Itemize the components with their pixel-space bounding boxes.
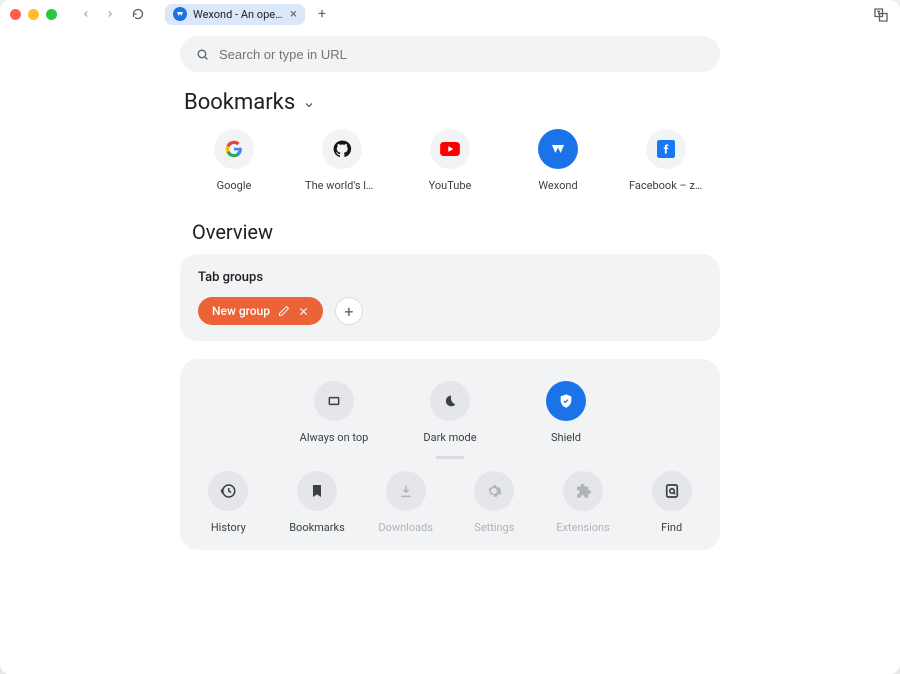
close-group-icon[interactable] bbox=[298, 306, 309, 317]
tool-label: Find bbox=[661, 521, 682, 534]
tool-label: Extensions bbox=[556, 521, 610, 534]
maximize-window-button[interactable] bbox=[46, 9, 57, 20]
dark-mode-toggle[interactable]: Dark mode bbox=[412, 381, 488, 444]
back-button[interactable] bbox=[77, 5, 95, 23]
qa-label: Always on top bbox=[300, 431, 369, 444]
bookmarks-dropdown-icon[interactable] bbox=[303, 99, 315, 111]
new-tab-button[interactable]: + bbox=[313, 5, 331, 23]
browser-window: Wexond - An open-… × + Bookmarks bbox=[0, 0, 900, 674]
tabgroup-pill[interactable]: New group bbox=[198, 297, 323, 325]
moon-icon bbox=[430, 381, 470, 421]
wexond-icon bbox=[538, 129, 578, 169]
minimize-window-button[interactable] bbox=[28, 9, 39, 20]
bookmark-wexond[interactable]: Wexond bbox=[523, 129, 593, 192]
qa-label: Shield bbox=[551, 431, 581, 444]
always-on-top-toggle[interactable]: Always on top bbox=[296, 381, 372, 444]
github-icon bbox=[322, 129, 362, 169]
search-icon bbox=[196, 48, 209, 61]
bookmark-label: Google bbox=[217, 179, 252, 192]
divider bbox=[436, 456, 464, 459]
new-tab-content: Bookmarks Google The world's lead… bbox=[0, 28, 900, 674]
bookmark-label: Wexond bbox=[538, 179, 577, 192]
tabgroups-heading: Tab groups bbox=[198, 270, 702, 285]
close-tab-icon[interactable]: × bbox=[290, 7, 297, 22]
downloads-button[interactable]: Downloads bbox=[375, 471, 436, 534]
tool-label: Settings bbox=[474, 521, 514, 534]
history-button[interactable]: History bbox=[198, 471, 259, 534]
tool-label: History bbox=[211, 521, 246, 534]
find-button[interactable]: Find bbox=[641, 471, 702, 534]
tool-label: Bookmarks bbox=[289, 521, 345, 534]
omnibox[interactable] bbox=[180, 36, 720, 72]
titlebar: Wexond - An open-… × + bbox=[0, 0, 900, 28]
window-icon bbox=[314, 381, 354, 421]
add-tabgroup-button[interactable]: + bbox=[335, 297, 363, 325]
close-window-button[interactable] bbox=[10, 9, 21, 20]
google-icon bbox=[214, 129, 254, 169]
shield-toggle[interactable]: Shield bbox=[528, 381, 604, 444]
history-icon bbox=[208, 471, 248, 511]
window-controls bbox=[10, 9, 57, 20]
search-input[interactable] bbox=[219, 47, 704, 62]
translate-extension-icon[interactable] bbox=[872, 6, 890, 24]
bookmark-icon bbox=[297, 471, 337, 511]
bookmark-github[interactable]: The world's lead… bbox=[307, 129, 377, 192]
tabstrip: Wexond - An open-… × + bbox=[165, 4, 331, 25]
gear-icon bbox=[474, 471, 514, 511]
edit-icon[interactable] bbox=[278, 305, 290, 317]
wexond-favicon-icon bbox=[173, 7, 187, 21]
youtube-icon bbox=[430, 129, 470, 169]
bookmark-label: The world's lead… bbox=[305, 179, 379, 192]
reload-button[interactable] bbox=[129, 5, 147, 23]
settings-button[interactable]: Settings bbox=[464, 471, 525, 534]
tabgroup-pill-label: New group bbox=[212, 304, 270, 318]
facebook-icon bbox=[646, 129, 686, 169]
bookmark-youtube[interactable]: YouTube bbox=[415, 129, 485, 192]
puzzle-icon bbox=[563, 471, 603, 511]
download-icon bbox=[386, 471, 426, 511]
quick-actions-card: Always on top Dark mode Shield bbox=[180, 359, 720, 550]
bookmarks-title: Bookmarks bbox=[184, 90, 295, 115]
tabgroups-card: Tab groups New group + bbox=[180, 254, 720, 341]
bookmark-facebook[interactable]: Facebook – zal… bbox=[631, 129, 701, 192]
shield-icon bbox=[546, 381, 586, 421]
tool-label: Downloads bbox=[378, 521, 433, 534]
bookmark-google[interactable]: Google bbox=[199, 129, 269, 192]
bookmark-label: YouTube bbox=[429, 179, 472, 192]
bookmarks-heading: Bookmarks bbox=[184, 90, 720, 115]
bookmarks-list: Google The world's lead… YouTube bbox=[180, 129, 720, 192]
find-icon bbox=[652, 471, 692, 511]
nav-buttons bbox=[77, 5, 147, 23]
bookmarks-button[interactable]: Bookmarks bbox=[287, 471, 348, 534]
tab-title: Wexond - An open-… bbox=[193, 8, 284, 21]
bookmark-label: Facebook – zal… bbox=[629, 179, 703, 192]
extensions-button[interactable]: Extensions bbox=[553, 471, 614, 534]
qa-label: Dark mode bbox=[423, 431, 476, 444]
forward-button[interactable] bbox=[101, 5, 119, 23]
active-tab[interactable]: Wexond - An open-… × bbox=[165, 4, 305, 25]
overview-heading: Overview bbox=[192, 220, 720, 244]
